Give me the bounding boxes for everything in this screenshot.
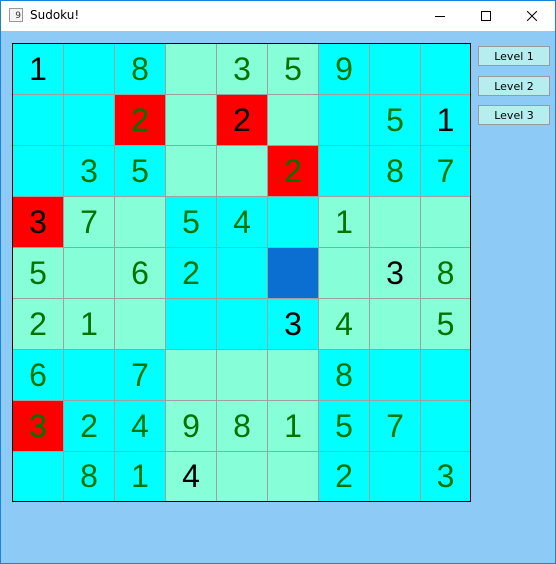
sudoku-cell-r8-c2[interactable]: 2 — [64, 401, 115, 452]
sudoku-cell-r5-c9[interactable]: 8 — [421, 248, 470, 299]
sudoku-cell-r9-c1[interactable] — [13, 452, 64, 501]
sudoku-cell-r4-c9[interactable] — [421, 197, 470, 248]
sudoku-cell-r4-c8[interactable] — [370, 197, 421, 248]
close-button[interactable] — [509, 1, 555, 31]
level-1-button[interactable]: Level 1 — [478, 46, 550, 66]
sudoku-cell-r2-c5[interactable]: 2 — [217, 95, 268, 146]
sudoku-cell-r2-c2[interactable] — [64, 95, 115, 146]
sudoku-cell-r3-c6[interactable]: 2 — [268, 146, 319, 197]
sudoku-cell-r9-c9[interactable]: 3 — [421, 452, 470, 501]
sudoku-cell-r3-c1[interactable] — [13, 146, 64, 197]
sudoku-cell-r7-c4[interactable] — [166, 350, 217, 401]
level-2-button[interactable]: Level 2 — [478, 76, 550, 96]
sudoku-cell-r6-c4[interactable] — [166, 299, 217, 350]
window-title: Sudoku! — [30, 8, 80, 22]
sudoku-cell-r5-c5[interactable] — [217, 248, 268, 299]
minimize-button[interactable] — [417, 1, 463, 31]
sudoku-cell-r8-c6[interactable]: 1 — [268, 401, 319, 452]
sudoku-cell-r3-c4[interactable] — [166, 146, 217, 197]
sudoku-cell-r3-c3[interactable]: 5 — [115, 146, 166, 197]
sudoku-cell-r8-c7[interactable]: 5 — [319, 401, 370, 452]
sudoku-cell-r4-c7[interactable]: 1 — [319, 197, 370, 248]
sudoku-cell-r9-c8[interactable] — [370, 452, 421, 501]
sudoku-cell-r1-c1[interactable]: 1 — [13, 44, 64, 95]
sudoku-cell-r6-c8[interactable] — [370, 299, 421, 350]
maximize-button[interactable] — [463, 1, 509, 31]
sudoku-cell-r6-c9[interactable]: 5 — [421, 299, 470, 350]
sudoku-cell-r5-c3[interactable]: 6 — [115, 248, 166, 299]
sudoku-cell-r9-c6[interactable] — [268, 452, 319, 501]
sudoku-cell-r8-c9[interactable] — [421, 401, 470, 452]
sudoku-cell-r7-c6[interactable] — [268, 350, 319, 401]
sudoku-cell-r1-c7[interactable]: 9 — [319, 44, 370, 95]
sudoku-cell-r4-c2[interactable]: 7 — [64, 197, 115, 248]
sudoku-cell-r5-c2[interactable] — [64, 248, 115, 299]
sudoku-cell-r4-c6[interactable] — [268, 197, 319, 248]
minimize-icon — [435, 16, 445, 17]
sudoku-window: 9 Sudoku! 183592251352873754156238213456… — [0, 0, 556, 564]
sudoku-cell-r9-c7[interactable]: 2 — [319, 452, 370, 501]
sudoku-cell-r8-c1[interactable]: 3 — [13, 401, 64, 452]
sudoku-cell-r3-c9[interactable]: 7 — [421, 146, 470, 197]
sudoku-cell-r1-c3[interactable]: 8 — [115, 44, 166, 95]
sudoku-cell-r6-c7[interactable]: 4 — [319, 299, 370, 350]
sudoku-cell-r7-c1[interactable]: 6 — [13, 350, 64, 401]
sudoku-cell-r4-c4[interactable]: 5 — [166, 197, 217, 248]
sudoku-cell-r8-c8[interactable]: 7 — [370, 401, 421, 452]
sudoku-cell-r3-c2[interactable]: 3 — [64, 146, 115, 197]
sudoku-cell-r1-c6[interactable]: 5 — [268, 44, 319, 95]
sudoku-cell-r2-c4[interactable] — [166, 95, 217, 146]
sudoku-cell-r5-c4[interactable]: 2 — [166, 248, 217, 299]
close-icon — [527, 11, 537, 21]
sudoku-cell-r6-c5[interactable] — [217, 299, 268, 350]
sudoku-cell-r7-c7[interactable]: 8 — [319, 350, 370, 401]
maximize-icon — [481, 11, 491, 21]
sudoku-cell-r1-c4[interactable] — [166, 44, 217, 95]
sudoku-cell-r7-c9[interactable] — [421, 350, 470, 401]
sudoku-cell-r2-c7[interactable] — [319, 95, 370, 146]
sudoku-cell-r6-c1[interactable]: 2 — [13, 299, 64, 350]
sudoku-cell-r9-c2[interactable]: 8 — [64, 452, 115, 501]
sudoku-cell-r2-c6[interactable] — [268, 95, 319, 146]
app-icon: 9 — [9, 8, 23, 22]
sudoku-cell-r8-c5[interactable]: 8 — [217, 401, 268, 452]
sudoku-cell-r6-c3[interactable] — [115, 299, 166, 350]
sudoku-cell-r9-c5[interactable] — [217, 452, 268, 501]
sudoku-cell-r4-c1[interactable]: 3 — [13, 197, 64, 248]
sudoku-cell-r6-c2[interactable]: 1 — [64, 299, 115, 350]
sudoku-cell-r7-c5[interactable] — [217, 350, 268, 401]
sudoku-cell-r2-c1[interactable] — [13, 95, 64, 146]
sudoku-cell-r3-c5[interactable] — [217, 146, 268, 197]
sudoku-cell-r3-c8[interactable]: 8 — [370, 146, 421, 197]
sudoku-cell-r7-c2[interactable] — [64, 350, 115, 401]
sudoku-cell-r3-c7[interactable] — [319, 146, 370, 197]
sudoku-cell-r4-c5[interactable]: 4 — [217, 197, 268, 248]
sudoku-cell-r1-c5[interactable]: 3 — [217, 44, 268, 95]
sudoku-cell-r7-c8[interactable] — [370, 350, 421, 401]
sudoku-cell-r5-c7[interactable] — [319, 248, 370, 299]
sudoku-cell-r5-c1[interactable]: 5 — [13, 248, 64, 299]
level-3-button[interactable]: Level 3 — [478, 105, 550, 125]
sudoku-cell-r6-c6[interactable]: 3 — [268, 299, 319, 350]
sudoku-cell-r5-c8[interactable]: 3 — [370, 248, 421, 299]
sudoku-cell-r4-c3[interactable] — [115, 197, 166, 248]
sudoku-cell-r1-c9[interactable] — [421, 44, 470, 95]
sudoku-cell-r8-c4[interactable]: 9 — [166, 401, 217, 452]
sudoku-cell-r2-c3[interactable]: 2 — [115, 95, 166, 146]
sudoku-cell-r7-c3[interactable]: 7 — [115, 350, 166, 401]
sudoku-board: 1835922513528737541562382134567832498157… — [12, 43, 471, 502]
sudoku-cell-r5-c6[interactable] — [268, 248, 319, 299]
sudoku-cell-r2-c8[interactable]: 5 — [370, 95, 421, 146]
sudoku-cell-r1-c2[interactable] — [64, 44, 115, 95]
title-bar[interactable]: 9 Sudoku! — [1, 1, 555, 31]
sudoku-cell-r8-c3[interactable]: 4 — [115, 401, 166, 452]
sudoku-cell-r1-c8[interactable] — [370, 44, 421, 95]
sudoku-cell-r2-c9[interactable]: 1 — [421, 95, 470, 146]
sudoku-cell-r9-c4[interactable]: 4 — [166, 452, 217, 501]
sudoku-cell-r9-c3[interactable]: 1 — [115, 452, 166, 501]
